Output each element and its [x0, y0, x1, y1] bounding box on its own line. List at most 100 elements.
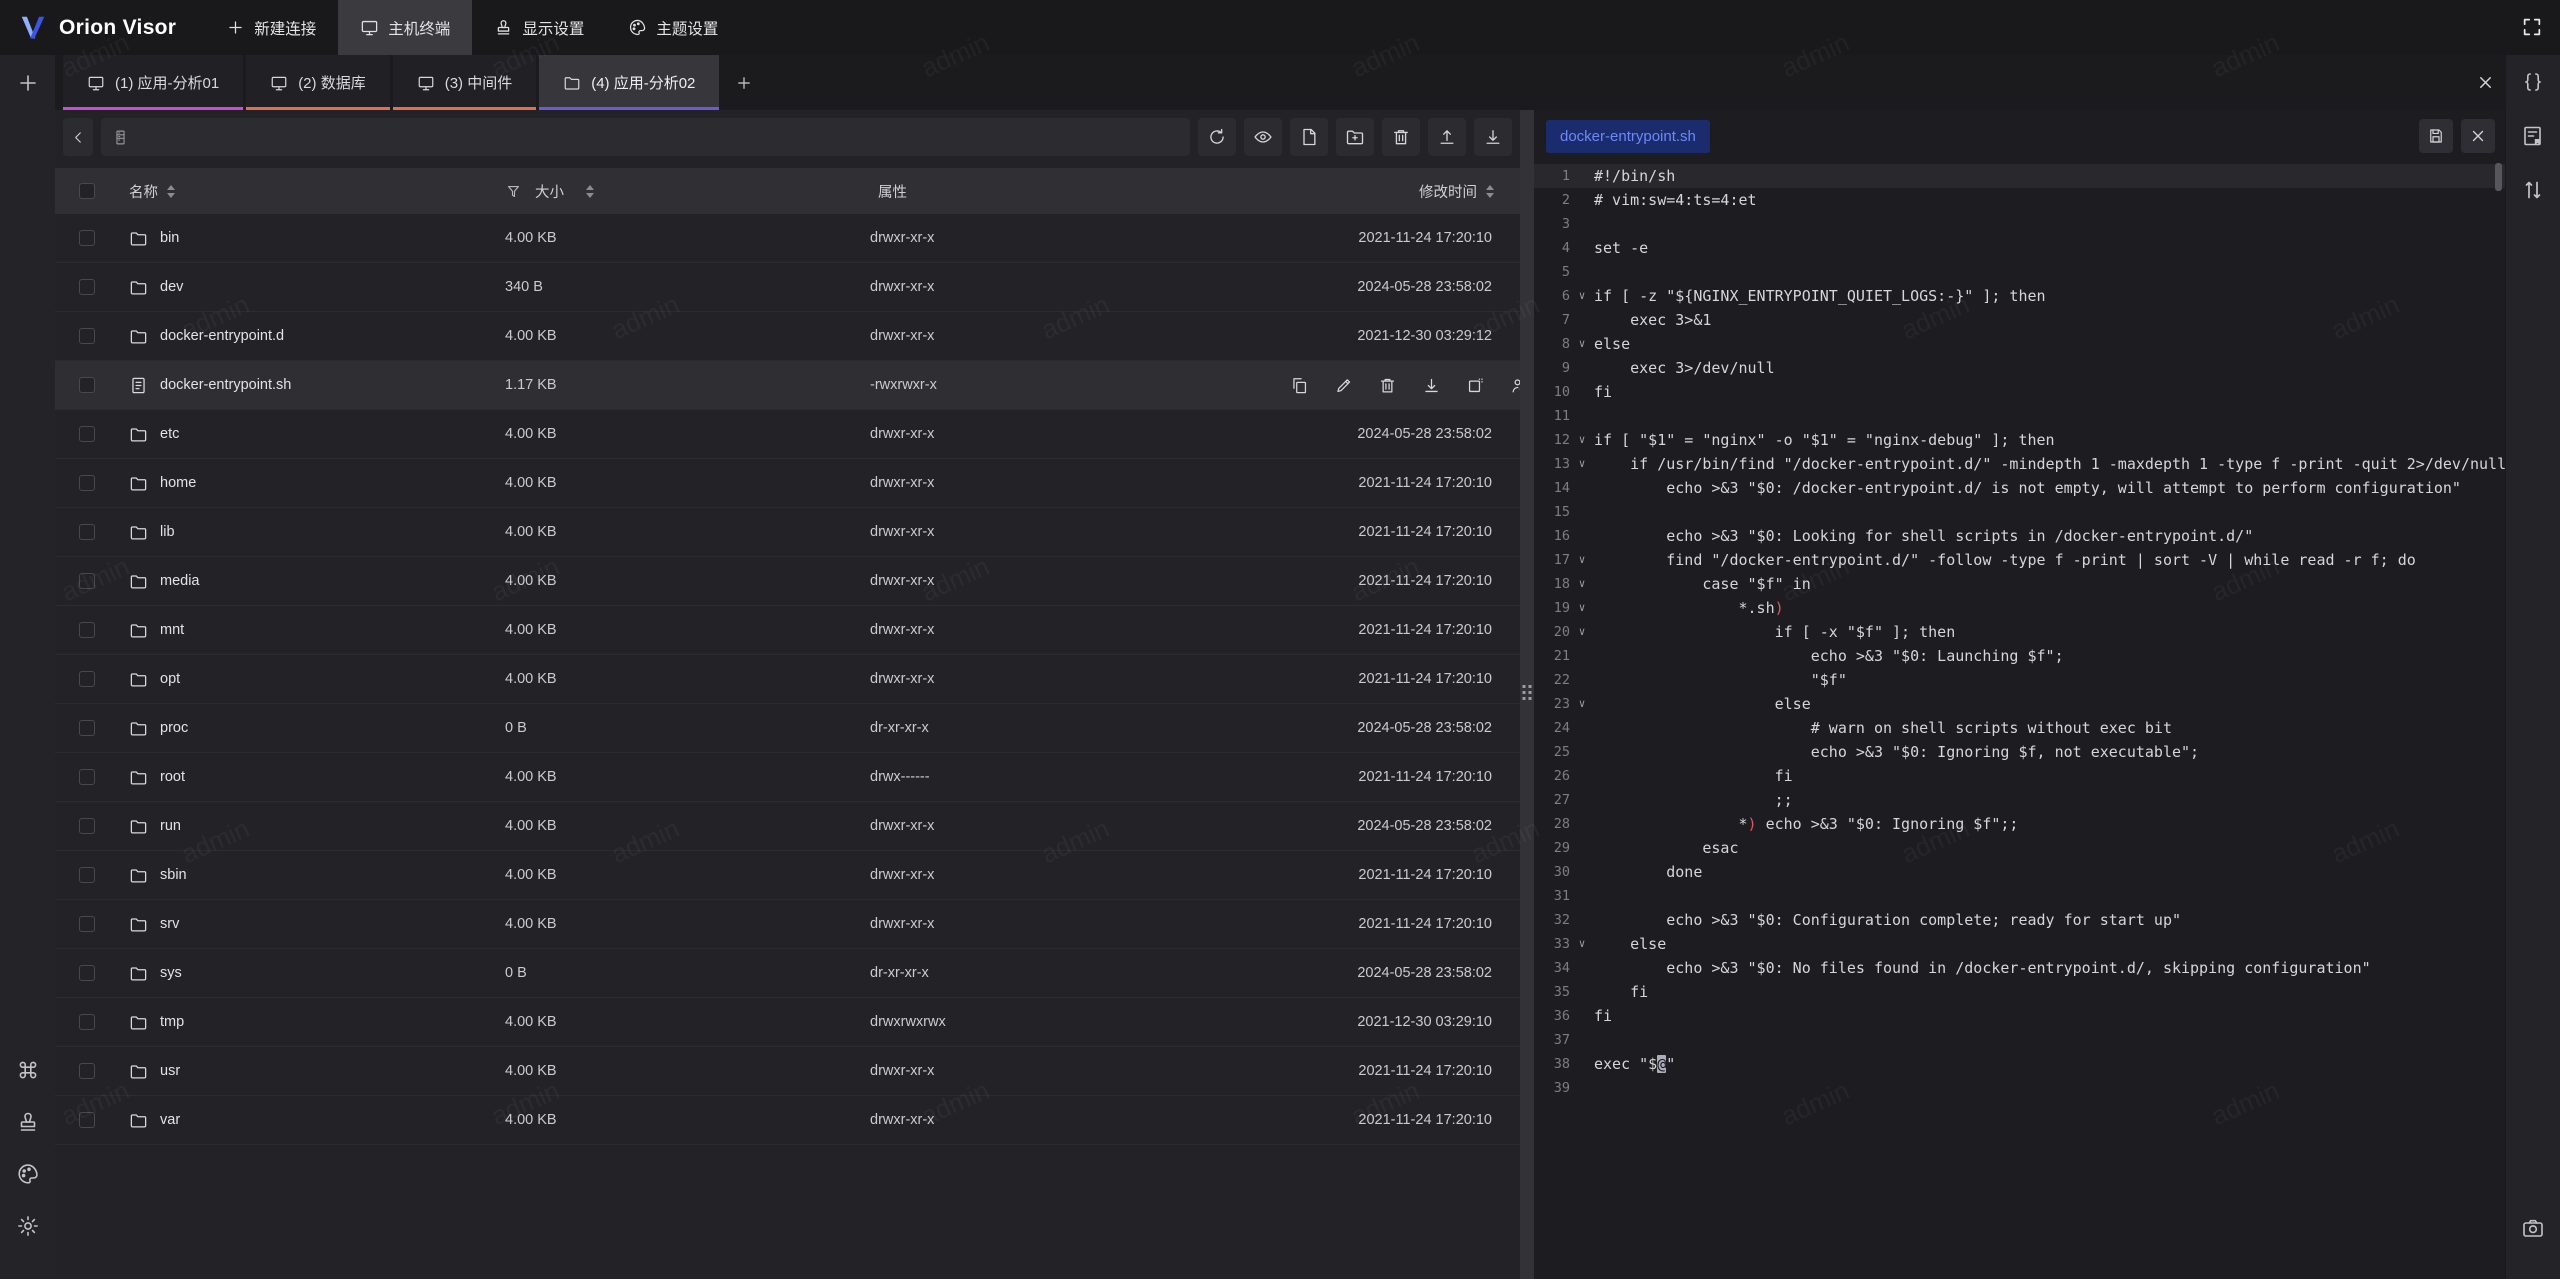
permission-icon[interactable] [1510, 376, 1520, 395]
row-checkbox[interactable] [79, 573, 95, 589]
fold-chevron-icon[interactable]: ∨ [1570, 692, 1594, 716]
file-name[interactable]: dev [119, 278, 505, 297]
file-row-root[interactable]: root4.00 KBdrwx------2021-11-24 17:20:10 [55, 753, 1520, 802]
left-rail-stamp-button[interactable] [11, 1105, 45, 1139]
new-tab-button[interactable] [722, 55, 766, 110]
file-name[interactable]: docker-entrypoint.d [119, 327, 505, 346]
sort-size[interactable] [586, 185, 594, 198]
upload-button[interactable] [1428, 118, 1466, 156]
right-rail-camera-button[interactable] [2516, 1211, 2550, 1245]
file-row-sys[interactable]: sys0 Bdr-xr-xr-x2024-05-28 23:58:02 [55, 949, 1520, 998]
file-name[interactable]: bin [119, 229, 505, 248]
filter-icon[interactable] [505, 183, 522, 200]
sort-name[interactable] [167, 185, 175, 198]
fold-chevron-icon[interactable]: ∨ [1570, 284, 1594, 308]
path-input[interactable] [138, 129, 1179, 145]
terminal-tab-2[interactable]: (2) 数据库 [246, 55, 390, 110]
left-rail-command-button[interactable] [11, 1053, 45, 1087]
file-name[interactable]: etc [119, 425, 505, 444]
row-checkbox[interactable] [79, 377, 95, 393]
right-rail-doc-bookmark-button[interactable] [2516, 119, 2550, 153]
file-row-etc[interactable]: etc4.00 KBdrwxr-xr-x2024-05-28 23:58:02 [55, 410, 1520, 459]
file-row-sbin[interactable]: sbin4.00 KBdrwxr-xr-x2021-11-24 17:20:10 [55, 851, 1520, 900]
editor-scrollbar-thumb[interactable] [2495, 163, 2502, 191]
code-editor[interactable]: 1#!/bin/sh2# vim:sw=4:ts=4:et34set -e56∨… [1534, 162, 2505, 1279]
row-checkbox[interactable] [79, 426, 95, 442]
fullscreen-button[interactable] [2515, 10, 2549, 44]
file-row-var[interactable]: var4.00 KBdrwxr-xr-x2021-11-24 17:20:10 [55, 1096, 1520, 1145]
file-name[interactable]: sbin [119, 866, 505, 885]
row-checkbox[interactable] [79, 720, 95, 736]
file-name[interactable]: srv [119, 915, 505, 934]
file-row-bin[interactable]: bin4.00 KBdrwxr-xr-x2021-11-24 17:20:10 [55, 214, 1520, 263]
fold-chevron-icon[interactable]: ∨ [1570, 548, 1594, 572]
file-row-home[interactable]: home4.00 KBdrwxr-xr-x2021-11-24 17:20:10 [55, 459, 1520, 508]
row-checkbox[interactable] [79, 916, 95, 932]
fold-chevron-icon[interactable]: ∨ [1570, 452, 1594, 476]
file-row-media[interactable]: media4.00 KBdrwxr-xr-x2021-11-24 17:20:1… [55, 557, 1520, 606]
panel-resize-divider[interactable] [1520, 110, 1534, 1279]
column-header-name[interactable]: 名称 [119, 181, 505, 202]
nav-item-1[interactable]: 主机终端 [338, 0, 472, 55]
file-name[interactable]: tmp [119, 1013, 505, 1032]
file-row-run[interactable]: run4.00 KBdrwxr-xr-x2024-05-28 23:58:02 [55, 802, 1520, 851]
path-input-box[interactable] [101, 118, 1190, 156]
right-rail-updown-button[interactable] [2516, 173, 2550, 207]
download-icon[interactable] [1422, 376, 1441, 395]
row-checkbox[interactable] [79, 965, 95, 981]
fold-chevron-icon[interactable]: ∨ [1570, 572, 1594, 596]
select-all-checkbox[interactable] [79, 183, 95, 199]
row-checkbox[interactable] [79, 769, 95, 785]
file-row-srv[interactable]: srv4.00 KBdrwxr-xr-x2021-11-24 17:20:10 [55, 900, 1520, 949]
file-name[interactable]: opt [119, 670, 505, 689]
column-header-mtime[interactable]: 修改时间 [1290, 181, 1520, 202]
row-checkbox[interactable] [79, 279, 95, 295]
right-rail-braces-button[interactable] [2516, 65, 2550, 99]
nav-item-2[interactable]: 显示设置 [472, 0, 606, 55]
row-checkbox[interactable] [79, 328, 95, 344]
row-checkbox[interactable] [79, 1112, 95, 1128]
terminal-tab-1[interactable]: (1) 应用-分析01 [63, 55, 243, 110]
file-name[interactable]: mnt [119, 621, 505, 640]
new-folder-button[interactable] [1336, 118, 1374, 156]
download-button[interactable] [1474, 118, 1512, 156]
row-checkbox[interactable] [79, 622, 95, 638]
column-header-size[interactable]: 大小 [505, 181, 870, 202]
move-icon[interactable] [1466, 376, 1485, 395]
file-name[interactable]: root [119, 768, 505, 787]
eye-button[interactable] [1244, 118, 1282, 156]
row-checkbox[interactable] [79, 524, 95, 540]
new-file-button[interactable] [1290, 118, 1328, 156]
nav-item-0[interactable]: 新建连接 [204, 0, 338, 55]
file-name[interactable]: usr [119, 1062, 505, 1081]
terminal-tab-4[interactable]: (4) 应用-分析02 [539, 55, 719, 110]
file-name[interactable]: var [119, 1111, 505, 1130]
back-button[interactable] [63, 118, 93, 156]
save-button[interactable] [2419, 119, 2453, 153]
file-name[interactable]: media [119, 572, 505, 591]
fold-chevron-icon[interactable]: ∨ [1570, 332, 1594, 356]
file-row-docker-entrypoint.d[interactable]: docker-entrypoint.d4.00 KBdrwxr-xr-x2021… [55, 312, 1520, 361]
sort-mtime[interactable] [1486, 185, 1494, 198]
file-row-mnt[interactable]: mnt4.00 KBdrwxr-xr-x2021-11-24 17:20:10 [55, 606, 1520, 655]
edit-icon[interactable] [1334, 376, 1353, 395]
left-rail-palette-button[interactable] [11, 1157, 45, 1191]
fold-chevron-icon[interactable]: ∨ [1570, 428, 1594, 452]
file-name[interactable]: proc [119, 719, 505, 738]
terminal-tab-3[interactable]: (3) 中间件 [393, 55, 537, 110]
row-checkbox[interactable] [79, 230, 95, 246]
editor-file-tab[interactable]: docker-entrypoint.sh [1546, 120, 1710, 153]
row-checkbox[interactable] [79, 1063, 95, 1079]
file-row-docker-entrypoint.sh[interactable]: docker-entrypoint.sh1.17 KB-rwxrwxr-x [55, 361, 1520, 410]
file-name[interactable]: sys [119, 964, 505, 983]
row-checkbox[interactable] [79, 671, 95, 687]
file-row-opt[interactable]: opt4.00 KBdrwxr-xr-x2021-11-24 17:20:10 [55, 655, 1520, 704]
trash-button[interactable] [1382, 118, 1420, 156]
refresh-button[interactable] [1198, 118, 1236, 156]
file-row-tmp[interactable]: tmp4.00 KBdrwxrwxrwx2021-12-30 03:29:10 [55, 998, 1520, 1047]
file-name[interactable]: home [119, 474, 505, 493]
row-checkbox[interactable] [79, 818, 95, 834]
close-editor-button[interactable] [2461, 119, 2495, 153]
fold-chevron-icon[interactable]: ∨ [1570, 596, 1594, 620]
file-name[interactable]: docker-entrypoint.sh [119, 376, 505, 395]
